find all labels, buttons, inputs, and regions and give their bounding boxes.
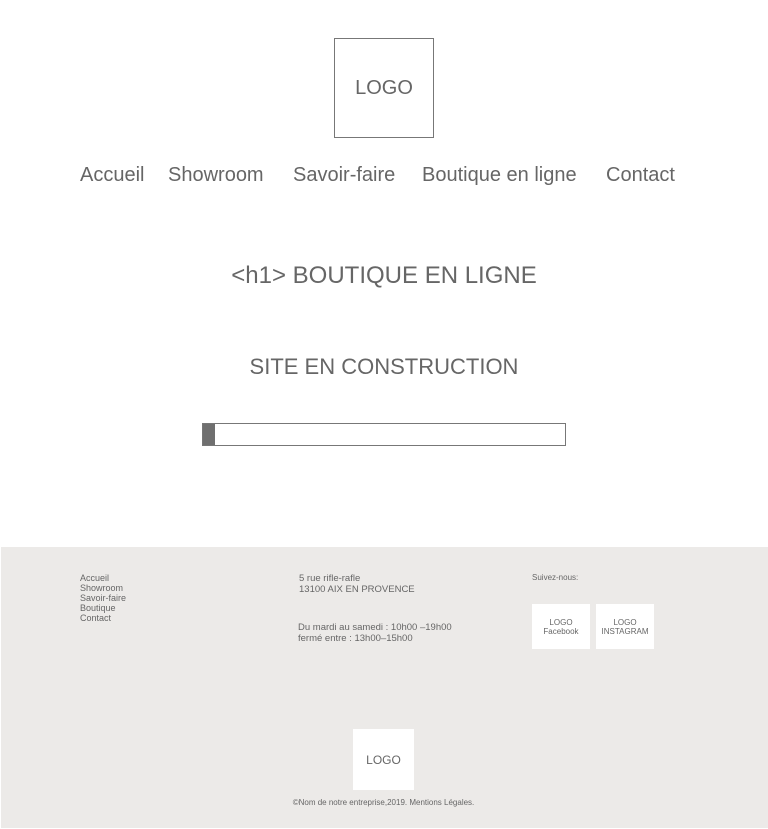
- progress-bar: [202, 423, 566, 446]
- footer-link-showroom[interactable]: Showroom: [80, 583, 126, 593]
- footer-link-contact[interactable]: Contact: [80, 613, 126, 623]
- progress-fill: [203, 424, 215, 445]
- facebook-logo-link[interactable]: LOGO Facebook: [532, 604, 590, 649]
- footer-hours: Du mardi au samedi : 10h00 –19h00 fermé …: [298, 622, 452, 644]
- nav-item-savoir-faire[interactable]: Savoir-faire: [293, 164, 395, 187]
- footer-links: Accueil Showroom Savoir-faire Boutique C…: [80, 573, 126, 623]
- instagram-label: INSTAGRAM: [601, 626, 649, 636]
- facebook-label: Facebook: [543, 626, 579, 636]
- instagram-logo-text: LOGO: [613, 617, 637, 627]
- follow-label: Suivez-nous:: [532, 573, 579, 582]
- nav-item-accueil[interactable]: Accueil: [80, 164, 144, 187]
- main-nav: Accueil Showroom Savoir-faire Boutique e…: [0, 164, 768, 188]
- footer-link-savoir-faire[interactable]: Savoir-faire: [80, 593, 126, 603]
- nav-item-boutique-en-ligne[interactable]: Boutique en ligne: [422, 164, 577, 187]
- footer-link-boutique[interactable]: Boutique: [80, 603, 126, 613]
- nav-item-showroom[interactable]: Showroom: [168, 164, 264, 187]
- copyright-notice[interactable]: ©Nom de notre entreprise,2019. Mentions …: [1, 798, 766, 807]
- header-logo[interactable]: LOGO: [334, 38, 434, 138]
- construction-notice: SITE EN CONSTRUCTION: [249, 354, 519, 379]
- instagram-logo-link[interactable]: LOGO INSTAGRAM: [596, 604, 654, 649]
- footer: Accueil Showroom Savoir-faire Boutique C…: [1, 547, 768, 828]
- footer-link-accueil[interactable]: Accueil: [80, 573, 126, 583]
- hours-closed: fermé entre : 13h00–15h00: [298, 633, 413, 644]
- address-city: 13100 AIX EN PROVENCE: [299, 584, 415, 595]
- footer-logo[interactable]: LOGO: [353, 729, 414, 790]
- facebook-logo-text: LOGO: [549, 617, 573, 627]
- page-title: <h1> BOUTIQUE EN LIGNE: [231, 262, 537, 289]
- nav-item-contact[interactable]: Contact: [606, 164, 675, 187]
- hours-open: Du mardi au samedi : 10h00 –19h00: [298, 622, 452, 633]
- address-street: 5 rue rifle-rafle: [299, 573, 361, 584]
- footer-address: 5 rue rifle-rafle 13100 AIX EN PROVENCE: [299, 573, 415, 595]
